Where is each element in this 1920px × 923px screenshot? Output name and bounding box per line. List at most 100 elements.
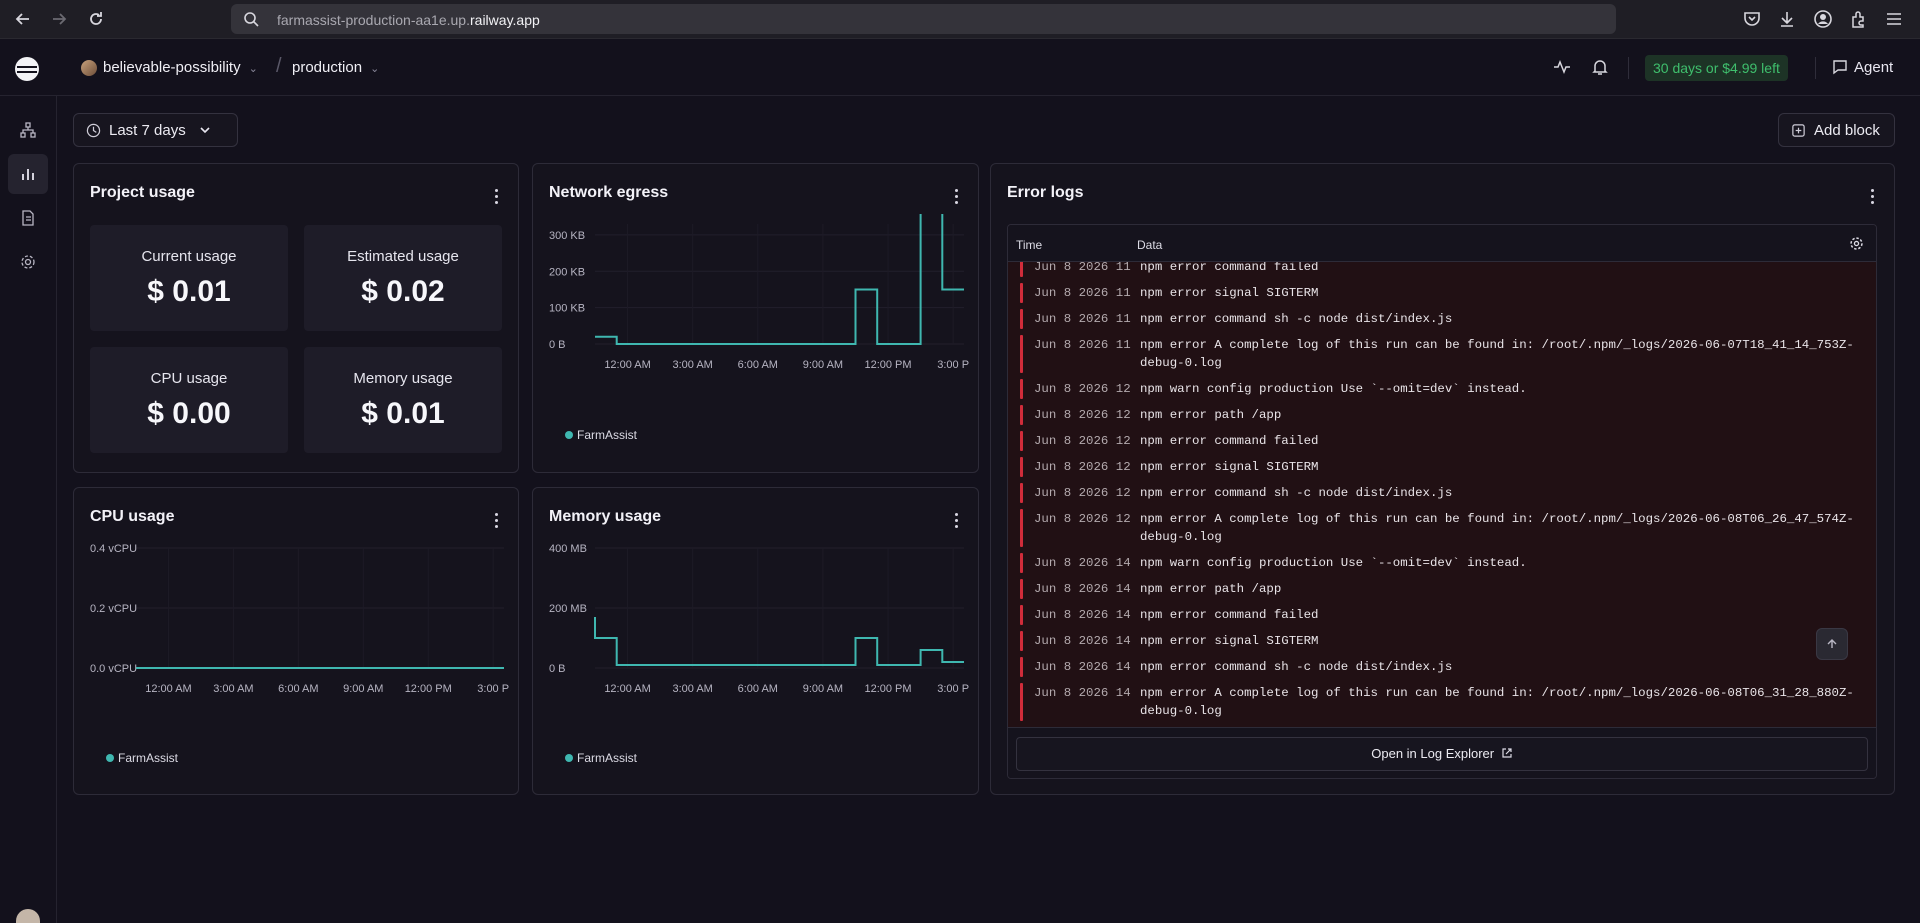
series-line bbox=[594, 617, 964, 666]
stat-estimated-usage: Estimated usage $ 0.02 bbox=[304, 225, 502, 331]
agent-label: Agent bbox=[1854, 59, 1894, 76]
more-options-icon[interactable] bbox=[1864, 186, 1880, 206]
chevron-down-icon: ⌄ bbox=[248, 63, 258, 75]
log-row[interactable]: Jun 8 2026 12 npm warn config production … bbox=[1008, 376, 1876, 402]
log-time: Jun 8 2026 14 bbox=[1034, 582, 1131, 596]
address-bar[interactable]: farmassist-production-aa1e.up.railway.ap… bbox=[231, 4, 1616, 34]
log-row[interactable]: Jun 8 2026 12 npm error A complete log of… bbox=[1008, 506, 1876, 550]
left-sidebar bbox=[0, 96, 57, 923]
log-rows-inner: Jun 8 2026 11 npm error command failed Jun… bbox=[1008, 262, 1876, 724]
stat-value: $ 0.01 bbox=[147, 275, 231, 308]
agent-button[interactable]: Agent bbox=[1832, 59, 1893, 76]
log-row[interactable]: Jun 8 2026 14 npm error A complete log of… bbox=[1008, 680, 1876, 724]
log-row[interactable]: Jun 8 2026 14 npm error command sh -c nod… bbox=[1008, 654, 1876, 680]
downloads-icon[interactable] bbox=[1777, 9, 1797, 29]
card-title: Memory usage bbox=[549, 508, 662, 525]
log-row[interactable]: Jun 8 2026 14 npm warn config production … bbox=[1008, 550, 1876, 576]
sidebar-item-observability[interactable] bbox=[8, 154, 48, 194]
x-tick-label: 3:00 AM bbox=[213, 683, 253, 695]
sidebar-item-settings[interactable] bbox=[8, 242, 48, 282]
log-row[interactable]: Jun 8 2026 11 npm error A complete log of… bbox=[1008, 332, 1876, 376]
stat-label: Estimated usage bbox=[347, 248, 459, 265]
x-tick-label: 9:00 AM bbox=[803, 359, 843, 371]
error-level-bar bbox=[1020, 335, 1023, 373]
log-row[interactable]: Jun 8 2026 14 npm error command failed bbox=[1008, 602, 1876, 628]
log-message: npm warn config production Use `--omit=d… bbox=[1140, 382, 1527, 396]
forward-arrow-icon[interactable] bbox=[48, 8, 70, 30]
error-level-bar bbox=[1020, 262, 1023, 277]
x-tick-label: 3:00 AM bbox=[672, 359, 712, 371]
log-message: npm error path /app bbox=[1140, 408, 1282, 422]
more-options-icon[interactable] bbox=[948, 510, 964, 530]
y-tick-label: 0.0 vCPU bbox=[90, 663, 137, 675]
trial-badge[interactable]: 30 days or $4.99 left bbox=[1645, 55, 1788, 81]
project-selector[interactable]: believable-possibility ⌄ bbox=[103, 59, 258, 76]
more-options-icon[interactable] bbox=[948, 186, 964, 206]
bar-chart-icon bbox=[22, 169, 34, 180]
y-tick-label: 0.4 vCPU bbox=[90, 543, 137, 555]
log-message: npm error command sh -c node dist/index.… bbox=[1140, 312, 1453, 326]
log-row[interactable]: Jun 8 2026 12 npm error command failed bbox=[1008, 428, 1876, 454]
project-avatar bbox=[81, 60, 97, 76]
gear-icon bbox=[21, 255, 35, 269]
card-title: Error logs bbox=[1007, 184, 1084, 201]
y-tick-label: 200 KB bbox=[549, 266, 585, 278]
card-title: Project usage bbox=[90, 184, 195, 201]
more-options-icon[interactable] bbox=[488, 510, 504, 530]
sidebar-item-architecture[interactable] bbox=[8, 110, 48, 150]
log-message: npm warn config production Use `--omit=d… bbox=[1140, 556, 1527, 570]
log-rows[interactable]: Jun 8 2026 11 npm error command failed Jun… bbox=[1008, 262, 1876, 727]
menu-icon[interactable] bbox=[1884, 9, 1904, 29]
log-message: npm error command sh -c node dist/index.… bbox=[1140, 486, 1453, 500]
sidebar-item-logs[interactable] bbox=[8, 198, 48, 238]
bell-icon[interactable] bbox=[1590, 57, 1610, 77]
x-tick-label: 3:00 P bbox=[477, 683, 509, 695]
log-message: npm error command sh -c node dist/index.… bbox=[1140, 660, 1453, 674]
log-row[interactable]: Jun 8 2026 11 npm error command failed bbox=[1008, 262, 1876, 280]
extensions-icon[interactable] bbox=[1849, 9, 1869, 29]
time-range-select[interactable]: Last 7 days bbox=[73, 113, 238, 147]
environment-selector[interactable]: production ⌄ bbox=[292, 59, 379, 76]
account-icon[interactable] bbox=[1813, 9, 1833, 29]
log-row[interactable]: Jun 8 2026 11 npm error signal SIGTERM bbox=[1008, 280, 1876, 306]
chart-legend: FarmAssist bbox=[565, 751, 637, 765]
network-icon bbox=[20, 122, 36, 138]
y-tick-label: 300 KB bbox=[549, 230, 585, 242]
open-log-explorer-button[interactable]: Open in Log Explorer bbox=[1016, 737, 1868, 771]
chevron-down-icon: ⌄ bbox=[370, 63, 380, 75]
error-level-bar bbox=[1020, 405, 1023, 425]
log-time: Jun 8 2026 11 bbox=[1034, 338, 1131, 352]
back-arrow-icon[interactable] bbox=[12, 8, 34, 30]
log-message: npm error A complete log of this run can… bbox=[1140, 686, 1854, 718]
log-row[interactable]: Jun 8 2026 11 npm error command sh -c nod… bbox=[1008, 306, 1876, 332]
y-tick-label: 200 MB bbox=[549, 603, 587, 615]
log-message: npm error signal SIGTERM bbox=[1140, 634, 1319, 648]
log-footer: Open in Log Explorer bbox=[1008, 727, 1876, 778]
legend-label: FarmAssist bbox=[577, 428, 637, 442]
pocket-icon[interactable] bbox=[1742, 9, 1762, 29]
stat-value: $ 0.02 bbox=[361, 275, 445, 308]
user-avatar[interactable] bbox=[16, 909, 40, 923]
add-block-button[interactable]: Add block bbox=[1778, 113, 1895, 147]
cpu-usage-chart: 0.0 vCPU 0.2 vCPU 0.4 vCPU 12:00 AM 3:00 AM 6… bbox=[90, 543, 509, 695]
log-message: npm error path /app bbox=[1140, 582, 1282, 596]
add-block-label: Add block bbox=[1814, 121, 1880, 139]
log-time: Jun 8 2026 12 bbox=[1034, 382, 1131, 396]
log-time: Jun 8 2026 11 bbox=[1034, 286, 1131, 300]
gear-icon[interactable] bbox=[1849, 236, 1864, 251]
activity-icon[interactable] bbox=[1552, 57, 1572, 77]
log-row[interactable]: Jun 8 2026 12 npm error signal SIGTERM bbox=[1008, 454, 1876, 480]
log-row[interactable]: Jun 8 2026 14 npm error signal SIGTERM bbox=[1008, 628, 1876, 654]
scroll-to-top-button[interactable] bbox=[1816, 628, 1848, 660]
log-row[interactable]: Jun 8 2026 12 npm error path /app bbox=[1008, 402, 1876, 428]
log-row[interactable]: Jun 8 2026 14 npm error path /app bbox=[1008, 576, 1876, 602]
railway-logo[interactable] bbox=[15, 57, 39, 81]
reload-icon[interactable] bbox=[85, 8, 107, 30]
x-tick-label: 12:00 AM bbox=[604, 683, 650, 695]
time-range-label: Last 7 days bbox=[109, 121, 186, 139]
browser-toolbar: farmassist-production-aa1e.up.railway.ap… bbox=[0, 0, 1920, 39]
log-message: npm error signal SIGTERM bbox=[1140, 286, 1319, 300]
more-options-icon[interactable] bbox=[488, 186, 504, 206]
log-time: Jun 8 2026 12 bbox=[1034, 434, 1131, 448]
log-row[interactable]: Jun 8 2026 12 npm error command sh -c nod… bbox=[1008, 480, 1876, 506]
